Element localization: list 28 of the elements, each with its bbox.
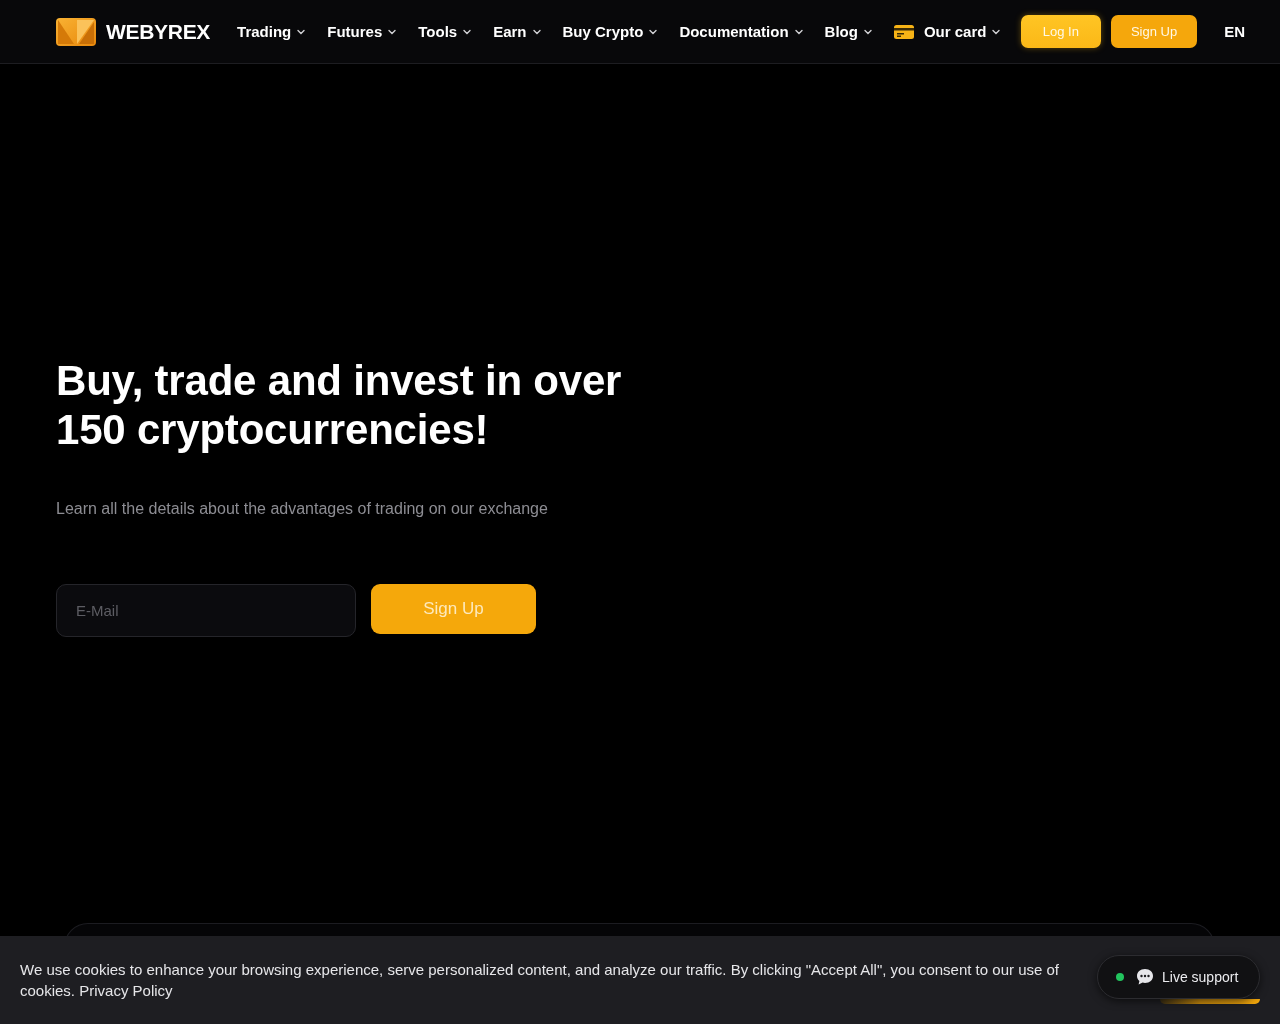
nav-menu-link[interactable]: Futures — [327, 23, 397, 40]
email-input-field[interactable]: E-Mail — [56, 584, 356, 637]
chevron-down-icon — [649, 28, 658, 35]
live-support-button[interactable]: Live support — [1097, 955, 1260, 999]
nav-menu-link[interactable]: Our card — [893, 23, 1001, 40]
cookie-notice-text: We use cookies to enhance your browsing experience, serve personalized content, and analyze our traffic. By clicking "Accept All", you consent to our use of cookies. Privacy Policy — [20, 960, 1060, 1001]
chevron-down-icon — [863, 28, 872, 35]
nav-menu-link[interactable]: Documentation — [679, 23, 803, 40]
chevron-down-icon — [992, 28, 1001, 35]
hero-heading: Buy, trade and invest in over 150 cryptocurrencies! — [56, 356, 623, 454]
nav-menu-link[interactable]: Buy Crypto — [562, 23, 658, 40]
card-icon — [893, 24, 914, 39]
nav-menu-link[interactable]: Earn — [493, 23, 541, 40]
privacy-policy-link[interactable]: Privacy Policy — [79, 982, 173, 999]
nav-menu-link[interactable]: Trading — [237, 23, 306, 40]
chevron-down-icon — [532, 28, 541, 35]
chevron-down-icon — [794, 28, 803, 35]
chevron-down-icon — [463, 28, 472, 35]
chevron-down-icon — [388, 28, 397, 35]
partly-hidden-button[interactable] — [1160, 999, 1260, 1004]
language-selector[interactable]: EN — [1224, 23, 1245, 40]
nav-menu-link[interactable]: Tools — [418, 23, 472, 40]
nav-menu-link[interactable]: Blog — [824, 23, 872, 40]
logo-text[interactable]: WEBYREX — [106, 19, 211, 44]
hero-subtitle: Learn all the details about the advantages of trading on our exchange — [56, 499, 548, 519]
chevron-down-icon — [297, 28, 306, 35]
logo-icon[interactable] — [56, 17, 96, 46]
chat-bubble-icon — [1136, 968, 1154, 986]
